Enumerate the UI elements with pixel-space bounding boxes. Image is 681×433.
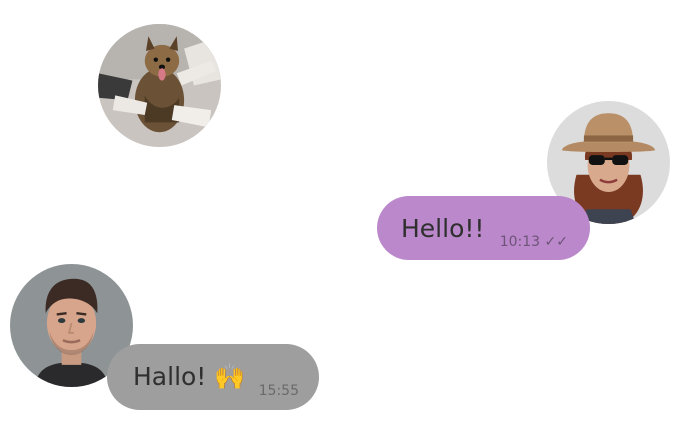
dog-photo-icon <box>98 24 221 147</box>
outgoing-message-bubble[interactable]: Hello!! 10:13 ✓✓ <box>377 196 590 260</box>
message-meta: 15:55 <box>259 383 299 399</box>
message-time: 15:55 <box>258 383 299 399</box>
message-text: Hallo! 🙌 <box>133 362 246 391</box>
double-check-icon: ✓✓ <box>544 234 568 250</box>
chat-canvas: Hello!! 10:13 ✓✓ Hallo! 🙌 15:55 <box>0 0 681 433</box>
message-text: Hello!! <box>401 213 485 243</box>
message-meta: 10:13 ✓✓ <box>500 234 568 250</box>
incoming-message-bubble[interactable]: Hallo! 🙌 15:55 <box>107 344 319 410</box>
dog-avatar[interactable] <box>98 24 221 147</box>
message-time: 10:13 <box>499 234 541 250</box>
